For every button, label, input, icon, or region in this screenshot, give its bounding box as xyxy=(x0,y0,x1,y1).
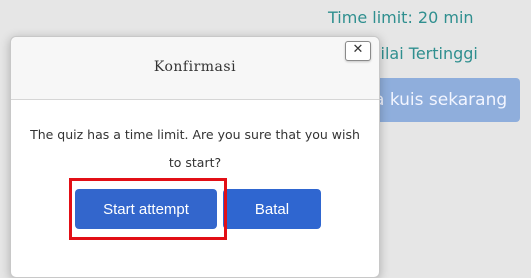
dialog-title: Konfirmasi xyxy=(153,59,237,75)
dialog-header: Konfirmasi ✕ xyxy=(11,37,379,100)
close-icon: ✕ xyxy=(352,42,364,57)
dialog-actions: Start attempt Batal xyxy=(11,185,379,233)
dialog-message: The quiz has a time limit. Are you sure … xyxy=(30,127,360,170)
time-limit-text: Time limit: 20 min xyxy=(328,8,474,27)
cancel-button[interactable]: Batal xyxy=(223,189,321,229)
confirmation-dialog: Konfirmasi ✕ The quiz has a time limit. … xyxy=(10,36,380,278)
close-button[interactable]: ✕ xyxy=(345,41,371,61)
start-attempt-button[interactable]: Start attempt xyxy=(75,189,217,229)
